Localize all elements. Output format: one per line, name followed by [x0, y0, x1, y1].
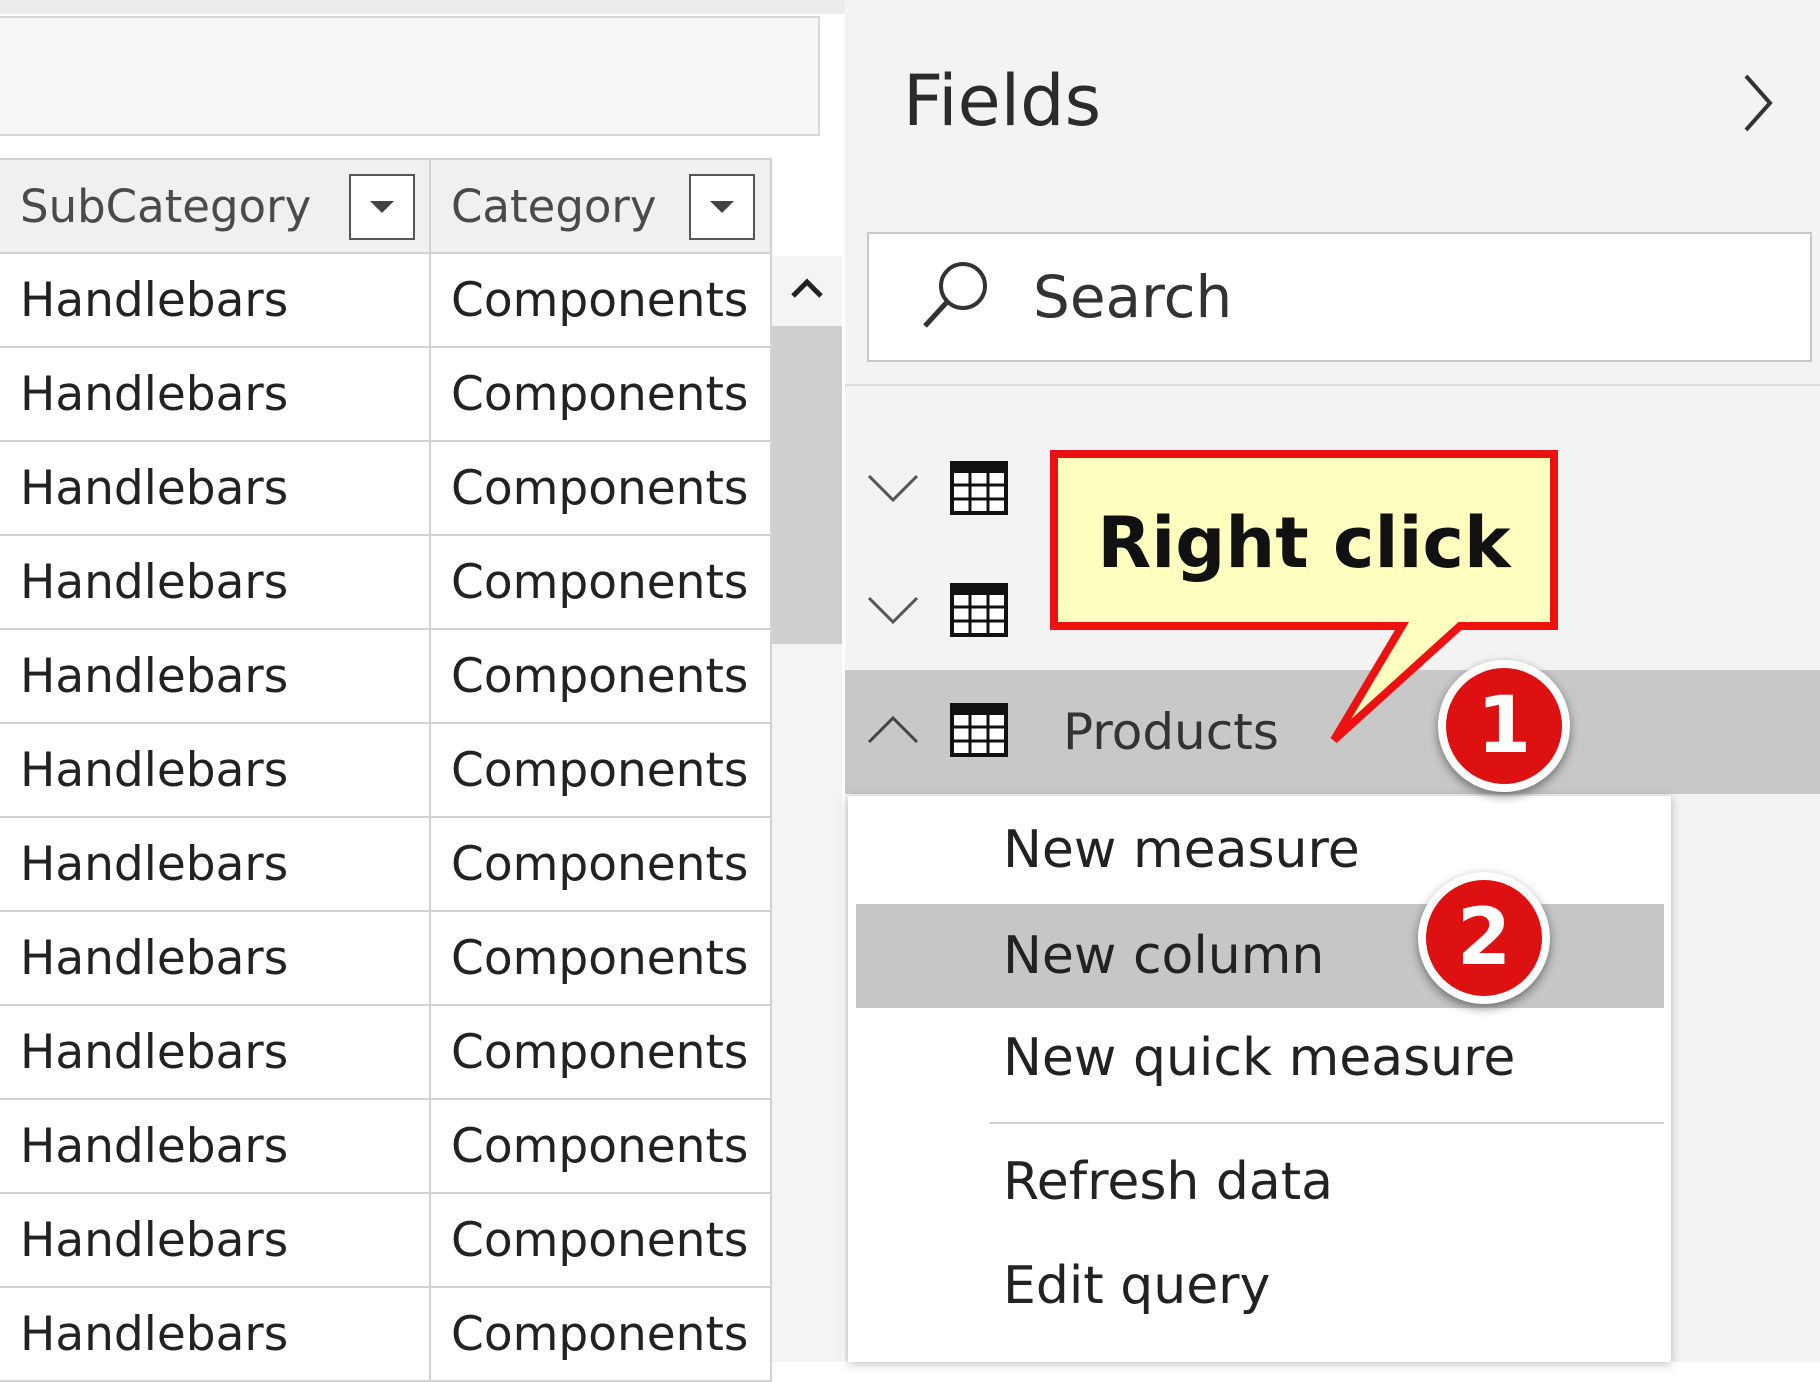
menu-separator — [990, 1122, 1664, 1124]
cell-category[interactable]: Components — [431, 536, 772, 628]
chevron-down-icon[interactable] — [865, 592, 921, 632]
table-row[interactable]: Handlebars Components — [0, 818, 772, 912]
callout-text: Right click — [1097, 502, 1511, 584]
cell-subcategory[interactable]: Handlebars — [0, 1006, 431, 1098]
context-menu: New measure New column New quick measure… — [848, 796, 1671, 1362]
table-row[interactable]: Handlebars Components — [0, 254, 772, 348]
cell-category[interactable]: Components — [431, 1194, 772, 1286]
step-1-badge: 1 — [1438, 660, 1570, 792]
cell-subcategory[interactable]: Handlebars — [0, 254, 431, 346]
table-row[interactable]: Handlebars Components — [0, 724, 772, 818]
scrollbar-thumb[interactable] — [772, 326, 842, 644]
cell-category[interactable]: Components — [431, 1288, 772, 1380]
filter-dropdown-icon[interactable] — [349, 174, 415, 240]
table-row[interactable]: Handlebars Components — [0, 912, 772, 1006]
column-header-category[interactable]: Category — [431, 160, 772, 252]
filter-dropdown-icon[interactable] — [689, 174, 755, 240]
table-row[interactable]: Handlebars Components — [0, 442, 772, 536]
cell-subcategory[interactable]: Handlebars — [0, 1194, 431, 1286]
table-row[interactable]: Handlebars Components — [0, 1100, 772, 1194]
top-strip — [0, 0, 845, 14]
vertical-scrollbar[interactable] — [772, 256, 842, 1362]
scroll-up-arrow-icon[interactable] — [772, 256, 842, 320]
column-header-subcategory[interactable]: SubCategory — [0, 160, 431, 252]
cell-subcategory[interactable]: Handlebars — [0, 536, 431, 628]
cell-subcategory[interactable]: Handlebars — [0, 630, 431, 722]
table-row[interactable]: Handlebars Components — [0, 348, 772, 442]
cell-category[interactable]: Components — [431, 348, 772, 440]
table-icon — [950, 583, 1008, 641]
divider — [845, 384, 1820, 386]
data-grid: SubCategory Category Handlebars Component… — [0, 158, 772, 1382]
menu-item-new-measure[interactable]: New measure — [848, 798, 1671, 902]
cell-subcategory[interactable]: Handlebars — [0, 1288, 431, 1380]
chevron-up-icon[interactable] — [865, 712, 921, 752]
cell-subcategory[interactable]: Handlebars — [0, 442, 431, 534]
table-row[interactable]: Handlebars Components — [0, 1006, 772, 1100]
cell-category[interactable]: Components — [431, 818, 772, 910]
cell-category[interactable]: Components — [431, 254, 772, 346]
cell-subcategory[interactable]: Handlebars — [0, 348, 431, 440]
menu-item-edit-query[interactable]: Edit query — [848, 1234, 1671, 1338]
step-2-badge: 2 — [1418, 872, 1550, 1004]
table-row[interactable]: Handlebars Components — [0, 536, 772, 630]
cell-category[interactable]: Components — [431, 1006, 772, 1098]
menu-item-refresh-data[interactable]: Refresh data — [848, 1130, 1671, 1234]
menu-item-label: Refresh data — [1003, 1152, 1334, 1212]
cell-category[interactable]: Components — [431, 724, 772, 816]
table-icon — [950, 461, 1008, 519]
chevron-right-icon[interactable] — [1740, 70, 1776, 140]
table-row[interactable]: Handlebars Components — [0, 630, 772, 724]
cell-category[interactable]: Components — [431, 442, 772, 534]
cell-subcategory[interactable]: Handlebars — [0, 912, 431, 1004]
column-header-label: SubCategory — [20, 179, 312, 233]
cell-subcategory[interactable]: Handlebars — [0, 818, 431, 910]
search-icon — [919, 258, 993, 336]
table-row[interactable]: Handlebars Components — [0, 1194, 772, 1288]
menu-item-label: Edit query — [1003, 1256, 1271, 1316]
grid-body: Handlebars Components Handlebars Components… — [0, 254, 772, 1382]
chevron-down-icon[interactable] — [865, 470, 921, 510]
menu-item-label: New quick measure — [1003, 1028, 1516, 1088]
column-header-label: Category — [451, 179, 657, 233]
cell-category[interactable]: Components — [431, 630, 772, 722]
cell-category[interactable]: Components — [431, 912, 772, 1004]
table-row[interactable]: Handlebars Components — [0, 1288, 772, 1382]
fields-pane-title: Fields — [903, 60, 1102, 142]
search-input[interactable]: Search — [867, 232, 1812, 362]
grid-header-row: SubCategory Category — [0, 158, 772, 254]
formula-bar[interactable] — [0, 16, 820, 136]
menu-item-new-quick-measure[interactable]: New quick measure — [848, 1006, 1671, 1110]
cell-subcategory[interactable]: Handlebars — [0, 1100, 431, 1192]
cell-category[interactable]: Components — [431, 1100, 772, 1192]
cell-subcategory[interactable]: Handlebars — [0, 724, 431, 816]
search-placeholder: Search — [1033, 263, 1233, 331]
table-icon — [950, 703, 1008, 761]
menu-item-label: New column — [1003, 926, 1325, 986]
menu-item-label: New measure — [1003, 820, 1360, 880]
